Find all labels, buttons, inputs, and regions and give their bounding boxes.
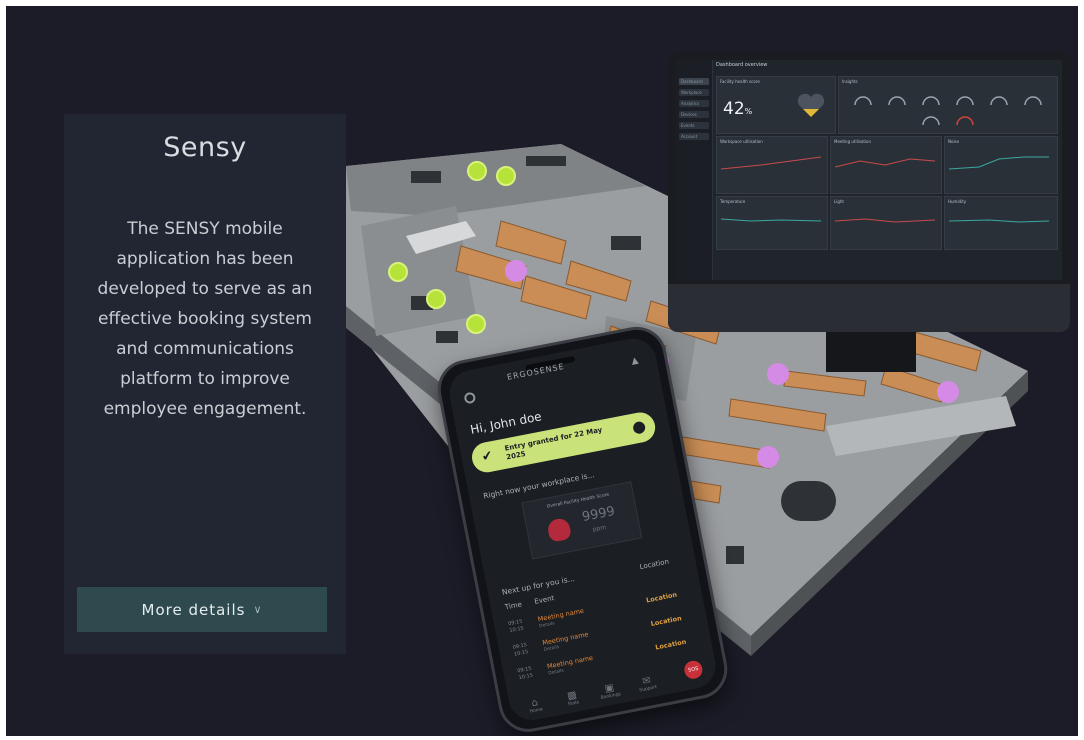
- sos-button[interactable]: SOS: [682, 659, 704, 681]
- score-unit: ppm: [592, 523, 607, 534]
- nav-home[interactable]: ⌂ Home: [521, 695, 550, 716]
- heart-icon: [797, 93, 825, 117]
- row-time: 09:15 10:15: [512, 642, 529, 658]
- location-header: Location: [639, 557, 670, 572]
- chart-panel-temperature: Temperature: [716, 196, 828, 250]
- health-score-value: 42%: [723, 99, 753, 119]
- monitor-stand: [826, 332, 916, 372]
- sidebar-item-analytics[interactable]: Analytics: [679, 100, 709, 107]
- page-frame: Sensy The SENSY mobile application has b…: [6, 6, 1078, 736]
- settings-gear-icon[interactable]: [463, 391, 477, 405]
- nav-support[interactable]: ✉ Support: [633, 674, 662, 695]
- entry-status-text: Entry granted for 22 May 2025: [503, 425, 603, 462]
- chevron-down-icon: ∨: [253, 603, 263, 616]
- health-score-panel: Facility health score 42%: [716, 76, 836, 134]
- panel-title: Meeting utilisation: [834, 139, 872, 144]
- health-score-label: Facility health score: [720, 79, 760, 84]
- trend-line: [721, 218, 821, 222]
- chart-panel-humidity: Humidity: [944, 196, 1058, 250]
- chart-panel-meeting: Meeting utilisation: [830, 136, 942, 194]
- bell-icon[interactable]: ▲: [631, 356, 640, 367]
- nav-bookings[interactable]: ▣ Bookings: [596, 681, 625, 702]
- trend-line: [949, 219, 1049, 223]
- row-event: Meeting name Details: [537, 606, 585, 630]
- score-label: Overall Facility Health Score: [546, 492, 610, 510]
- monitor-chin: [668, 284, 1070, 332]
- dashboard-title: Dashboard overview: [716, 62, 768, 68]
- trend-line: [721, 156, 821, 170]
- gauge-icons: [854, 96, 1042, 126]
- dashboard-sidebar: Dashboard Workplace Analytics Devices Ev…: [676, 60, 713, 280]
- chart-panel-workspace: Workspace utilisation: [716, 136, 828, 194]
- row-location: Location: [650, 614, 683, 629]
- row-time: 09:15 10:15: [507, 618, 525, 635]
- row-location: Location: [654, 637, 687, 652]
- event-header: Event: [533, 594, 555, 606]
- panel-title: Noise: [948, 139, 960, 144]
- sidebar-item-dashboard[interactable]: Dashboard: [679, 78, 709, 85]
- chart-panel-light: Light: [830, 196, 942, 250]
- card-description: The SENSY mobile application has been de…: [97, 219, 313, 419]
- more-details-button[interactable]: More details ∨: [77, 587, 327, 632]
- time-header: Time: [504, 600, 523, 612]
- panel-title: Temperature: [720, 199, 746, 204]
- chart-panel-noise: Noise: [944, 136, 1058, 194]
- trend-line: [949, 156, 1049, 170]
- info-card: Sensy The SENSY mobile application has b…: [64, 114, 346, 654]
- insights-label: Insights: [842, 79, 858, 84]
- more-details-label: More details: [141, 600, 246, 619]
- row-event: Meeting name Details: [541, 630, 590, 653]
- panel-title: Humidity: [948, 199, 967, 204]
- card-title: Sensy: [163, 132, 247, 163]
- panel-title: Light: [834, 199, 844, 204]
- nav-stats[interactable]: ▩ Stats: [558, 688, 587, 709]
- sidebar-item-workplace[interactable]: Workplace: [679, 89, 709, 96]
- trend-line: [835, 158, 935, 168]
- sidebar-item-events[interactable]: Events: [679, 122, 709, 129]
- sidebar-item-devices[interactable]: Devices: [679, 111, 709, 118]
- score-value: 9999: [580, 504, 617, 526]
- panel-title: Workspace utilisation: [720, 139, 763, 144]
- trend-line: [835, 218, 935, 223]
- desktop-monitor: Dashboard Workplace Analytics Devices Ev…: [668, 52, 1070, 332]
- row-time: 09:15 10:15: [516, 665, 534, 682]
- next-up-label: Next up for you is...: [501, 573, 576, 597]
- checkmark-icon: ✔: [480, 448, 495, 466]
- row-location: Location: [645, 590, 678, 605]
- heart-icon: [546, 516, 573, 543]
- sidebar-item-account[interactable]: Account: [679, 133, 709, 140]
- arrow-right-icon: [632, 420, 647, 435]
- facility-score-card: Overall Facility Health Score 9999 ppm: [521, 481, 643, 560]
- dashboard-screen: Dashboard Workplace Analytics Devices Ev…: [676, 60, 1062, 280]
- insights-panel: Insights: [838, 76, 1058, 134]
